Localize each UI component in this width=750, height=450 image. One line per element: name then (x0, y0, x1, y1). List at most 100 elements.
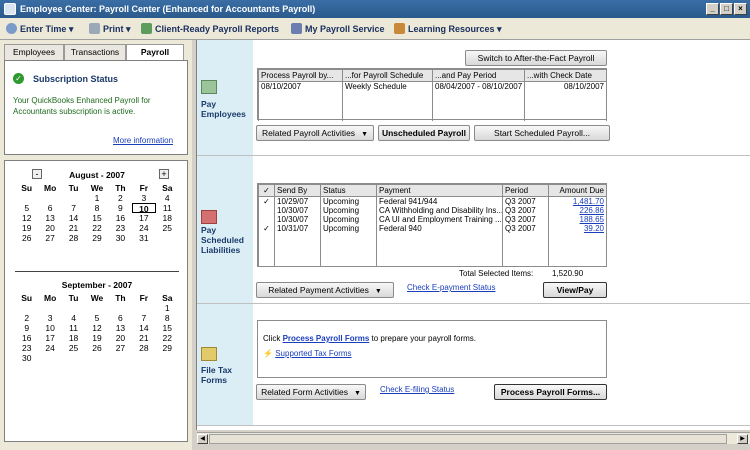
column-header[interactable]: Period (502, 184, 549, 197)
calendar-day[interactable]: 23 (109, 223, 132, 233)
process-payroll-forms-link[interactable]: Process Payroll Forms (283, 334, 370, 343)
related-form-activities-button[interactable]: Related Form Activities ▼ (256, 384, 366, 400)
column-header[interactable]: ...for Payroll Schedule (342, 69, 433, 82)
calendar-day[interactable]: 17 (38, 333, 61, 343)
scroll-right-button[interactable]: ▶ (737, 434, 748, 444)
calendar-day[interactable]: 26 (15, 233, 38, 243)
calendar-day[interactable]: 19 (15, 223, 38, 233)
calendar-day[interactable]: 7 (132, 313, 155, 323)
calendar-day[interactable]: 12 (85, 323, 108, 333)
calendar-day[interactable]: 21 (132, 333, 155, 343)
calendar-day[interactable]: 24 (132, 223, 155, 233)
next-month-button[interactable]: + (159, 169, 169, 179)
calendar-day[interactable]: 22 (85, 223, 108, 233)
calendar-day[interactable]: 27 (38, 233, 61, 243)
maximize-button[interactable]: □ (720, 3, 733, 15)
calendar-day[interactable]: 10 (38, 323, 61, 333)
calendar-day[interactable]: 22 (156, 333, 179, 343)
process-payroll-forms-button[interactable]: Process Payroll Forms... (494, 384, 607, 400)
table-row[interactable]: 08/10/2007 Weekly Schedule 08/04/2007 - … (258, 81, 607, 91)
calendar-day[interactable]: 14 (62, 213, 85, 223)
close-button[interactable]: × (734, 3, 747, 15)
calendar-day[interactable]: 29 (85, 233, 108, 243)
calendar-day[interactable]: 30 (15, 353, 38, 363)
calendar-day[interactable]: 27 (109, 343, 132, 353)
calendar-day[interactable]: 7 (62, 203, 85, 213)
calendar-day[interactable]: 16 (109, 213, 132, 223)
column-header[interactable]: Process Payroll by... (258, 69, 343, 82)
learning-resources-button[interactable]: Learning Resources ▾ (394, 22, 502, 36)
checkbox-cell[interactable] (258, 215, 275, 224)
check-epayment-status-link[interactable]: Check E-payment Status (407, 283, 495, 292)
calendar-day[interactable]: 6 (38, 203, 61, 213)
calendar-day[interactable]: 24 (38, 343, 61, 353)
my-payroll-service-button[interactable]: My Payroll Service (291, 22, 385, 36)
calendar-day[interactable]: 25 (156, 223, 179, 233)
calendar-day[interactable]: 9 (109, 203, 132, 213)
calendar-day[interactable]: 13 (38, 213, 61, 223)
tab-transactions[interactable]: Transactions (64, 44, 126, 60)
prev-month-button[interactable]: - (32, 169, 42, 179)
minimize-button[interactable]: _ (706, 3, 719, 15)
calendar-day[interactable]: 30 (109, 233, 132, 243)
calendar-day[interactable]: 8 (156, 313, 179, 323)
calendar-day[interactable]: 25 (62, 343, 85, 353)
calendar-day[interactable]: 3 (38, 313, 61, 323)
calendar-day[interactable]: 28 (132, 343, 155, 353)
calendar-day[interactable]: 20 (109, 333, 132, 343)
calendar-day[interactable]: 9 (15, 323, 38, 333)
calendar-day[interactable]: 11 (156, 203, 179, 213)
calendar-day[interactable]: 28 (62, 233, 85, 243)
calendar-day[interactable]: 16 (15, 333, 38, 343)
calendar-day[interactable]: 29 (156, 343, 179, 353)
start-scheduled-payroll-button[interactable]: Start Scheduled Payroll... (474, 125, 610, 141)
column-header[interactable]: Payment (376, 184, 503, 197)
table-row[interactable]: 10/30/07 Upcoming CA UI and Employment T… (258, 215, 607, 224)
calendar-day[interactable]: 2 (109, 193, 132, 203)
calendar-day[interactable]: 26 (85, 343, 108, 353)
checkbox-cell[interactable] (258, 206, 275, 215)
calendar-day[interactable]: 5 (15, 203, 38, 213)
print-button[interactable]: Print ▾ (89, 22, 131, 36)
column-header[interactable]: ...and Pay Period (432, 69, 525, 82)
calendar-day[interactable]: 5 (85, 313, 108, 323)
switch-after-the-fact-button[interactable]: Switch to After-the-Fact Payroll (465, 50, 607, 66)
table-row[interactable]: ✓ 10/31/07 Upcoming Federal 940 Q3 2007 … (258, 224, 607, 233)
column-header[interactable]: Send By (274, 184, 321, 197)
calendar-day[interactable]: 21 (62, 223, 85, 233)
calendar-day[interactable]: 17 (132, 213, 155, 223)
calendar-day[interactable]: 4 (156, 193, 179, 203)
amount-link[interactable]: 39.20 (548, 224, 607, 233)
table-row[interactable]: ✓ 10/29/07 Upcoming Federal 941/944 Q3 2… (258, 196, 607, 206)
calendar-day[interactable]: 2 (15, 313, 38, 323)
check-efiling-status-link[interactable]: Check E-filing Status (380, 385, 454, 394)
calendar-day[interactable]: 1 (156, 303, 179, 313)
calendar-day[interactable]: 6 (109, 313, 132, 323)
amount-link[interactable]: 1,481.70 (548, 196, 607, 206)
supported-tax-forms-link[interactable]: Supported Tax Forms (275, 349, 351, 358)
calendar-day[interactable]: 18 (156, 213, 179, 223)
calendar-day[interactable]: 4 (62, 313, 85, 323)
related-payment-activities-button[interactable]: Related Payment Activities ▼ (256, 282, 394, 298)
calendar-day[interactable]: 20 (38, 223, 61, 233)
amount-link[interactable]: 226.86 (548, 206, 607, 215)
calendar-day[interactable]: 3 (132, 193, 155, 203)
calendar-day[interactable]: 11 (62, 323, 85, 333)
calendar-day[interactable]: 8 (85, 203, 108, 213)
related-payroll-activities-button[interactable]: Related Payroll Activities ▼ (256, 125, 374, 141)
calendar-day[interactable]: 15 (156, 323, 179, 333)
client-ready-reports-button[interactable]: Client-Ready Payroll Reports (141, 22, 279, 36)
more-information-link[interactable]: More information (113, 136, 173, 145)
calendar-day[interactable]: 18 (62, 333, 85, 343)
calendar-day[interactable]: 14 (132, 323, 155, 333)
column-header[interactable]: Status (320, 184, 377, 197)
calendar-day[interactable]: 12 (15, 213, 38, 223)
calendar-day[interactable]: 31 (132, 233, 155, 243)
column-header[interactable]: ✓ (258, 184, 275, 197)
column-header[interactable]: Amount Due (548, 184, 607, 197)
calendar-day[interactable]: 13 (109, 323, 132, 333)
calendar-day[interactable]: 10 (132, 203, 156, 214)
tab-payroll[interactable]: Payroll (126, 44, 184, 61)
table-row[interactable]: 10/30/07 Upcoming CA Withholding and Dis… (258, 206, 607, 215)
calendar-day[interactable]: 15 (85, 213, 108, 223)
